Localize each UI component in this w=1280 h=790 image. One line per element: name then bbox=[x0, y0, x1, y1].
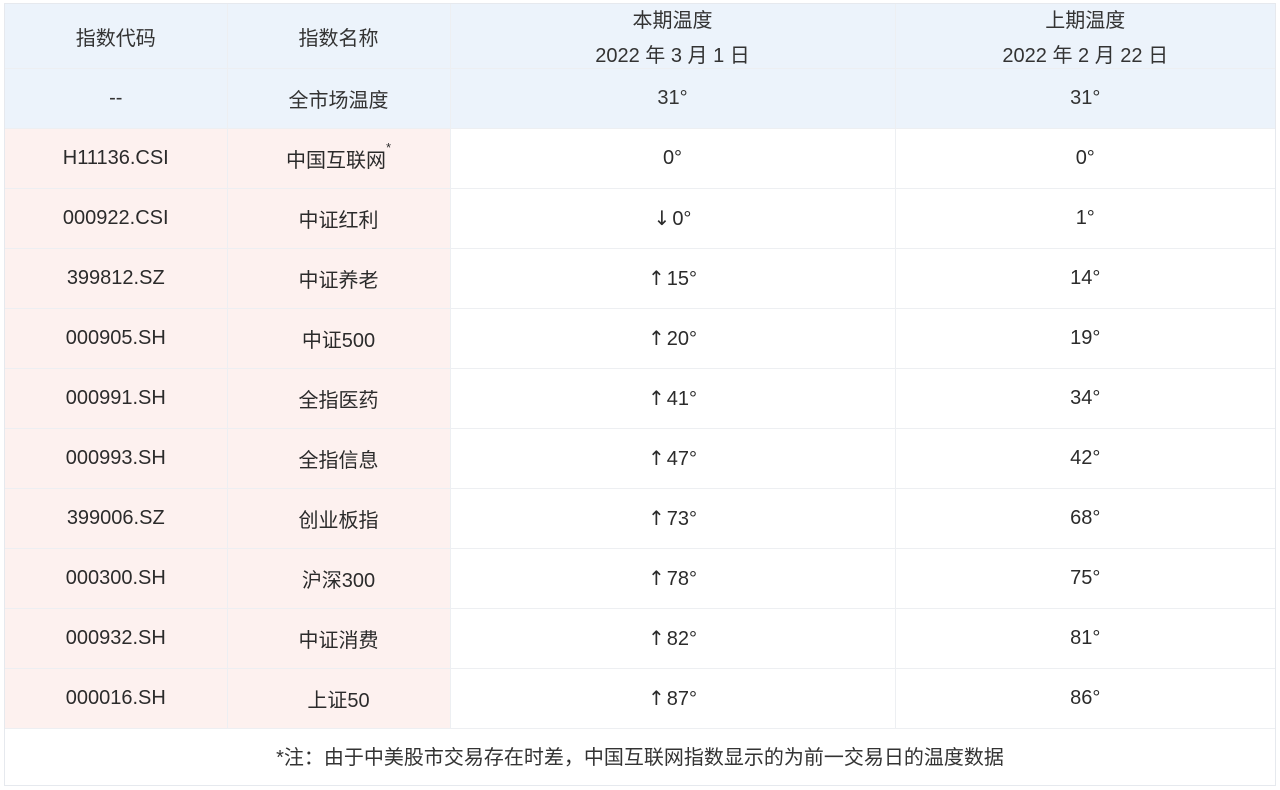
market-temperature-row: -- 全市场温度 31° 31° bbox=[5, 68, 1275, 129]
index-name: 中证养老 bbox=[227, 248, 451, 309]
current-temperature: ↑ 47° bbox=[450, 428, 896, 489]
table-header-row: 指数代码 指数名称 本期温度 2022 年 3 月 1 日 上期温度 2022 … bbox=[5, 4, 1275, 69]
index-code: 000993.SH bbox=[5, 428, 228, 489]
arrow-down-icon: ↓ bbox=[653, 206, 671, 230]
current-temperature: ↑ 78° bbox=[450, 548, 896, 609]
index-code: 399812.SZ bbox=[5, 248, 228, 309]
arrow-up-icon: ↑ bbox=[647, 266, 665, 290]
current-temperature-value: 73° bbox=[666, 508, 697, 530]
previous-temperature: 68° bbox=[895, 488, 1275, 549]
index-code: 000991.SH bbox=[5, 368, 228, 429]
index-name-text: 全指信息 bbox=[298, 450, 379, 472]
table-row: 000300.SH 沪深300 ↑ 78° 75° bbox=[5, 548, 1275, 609]
arrow-up-icon: ↑ bbox=[647, 446, 665, 470]
index-code: 000300.SH bbox=[5, 548, 228, 609]
arrow-up-icon: ↑ bbox=[647, 566, 665, 590]
index-code: H11136.CSI bbox=[5, 128, 228, 189]
current-temperature: ↑ 87° bbox=[450, 668, 896, 729]
index-name: 中国互联网* bbox=[227, 128, 451, 189]
table-row: 000991.SH 全指医药 ↑ 41° 34° bbox=[5, 368, 1275, 429]
index-code: 000016.SH bbox=[5, 668, 228, 729]
previous-temperature: 1° bbox=[895, 188, 1275, 249]
table-row: 000905.SH 中证500 ↑ 20° 19° bbox=[5, 308, 1275, 369]
index-name: 中证消费 bbox=[227, 608, 451, 669]
index-name-text: 中证红利 bbox=[298, 210, 379, 232]
arrow-up-icon: ↑ bbox=[647, 686, 665, 710]
previous-temperature: 75° bbox=[895, 548, 1275, 609]
current-temperature: ↓ 0° bbox=[450, 188, 896, 249]
table-row: 399006.SZ 创业板指 ↑ 73° 68° bbox=[5, 488, 1275, 549]
index-name-text: 中证消费 bbox=[298, 630, 379, 652]
footnote-marker: * bbox=[385, 140, 392, 155]
index-code: 000932.SH bbox=[5, 608, 228, 669]
temperature-table-card: 指数代码 指数名称 本期温度 2022 年 3 月 1 日 上期温度 2022 … bbox=[4, 3, 1276, 786]
previous-temperature: 14° bbox=[895, 248, 1275, 309]
index-name-text: 中证500 bbox=[301, 330, 376, 352]
table-row: 399812.SZ 中证养老 ↑ 15° 14° bbox=[5, 248, 1275, 309]
index-name: 全指医药 bbox=[227, 368, 451, 429]
header-current-label: 本期温度 bbox=[632, 10, 713, 32]
index-name-text: 全指医药 bbox=[298, 390, 379, 412]
index-name-text: 沪深300 bbox=[301, 570, 376, 592]
index-temperature-table: 指数代码 指数名称 本期温度 2022 年 3 月 1 日 上期温度 2022 … bbox=[5, 4, 1275, 729]
current-temperature-value: 20° bbox=[666, 328, 697, 350]
header-previous-label: 上期温度 bbox=[1045, 10, 1126, 32]
current-temperature: ↑ 15° bbox=[450, 248, 896, 309]
arrow-up-icon: ↑ bbox=[647, 386, 665, 410]
index-name-text: 中国互联网 bbox=[285, 150, 386, 172]
current-temperature: ↑ 20° bbox=[450, 308, 896, 369]
header-previous-temperature: 上期温度 2022 年 2 月 22 日 bbox=[895, 4, 1275, 69]
current-temperature-value: 82° bbox=[666, 628, 697, 650]
market-current: 31° bbox=[450, 68, 896, 129]
previous-temperature: 81° bbox=[895, 608, 1275, 669]
previous-temperature: 42° bbox=[895, 428, 1275, 489]
header-previous-date: 2022 年 2 月 22 日 bbox=[1002, 45, 1169, 67]
arrow-up-icon: ↑ bbox=[647, 626, 665, 650]
previous-temperature: 0° bbox=[895, 128, 1275, 189]
index-name-text: 中证养老 bbox=[298, 270, 379, 292]
current-temperature: ↑ 73° bbox=[450, 488, 896, 549]
arrow-up-icon: ↑ bbox=[647, 326, 665, 350]
previous-temperature: 86° bbox=[895, 668, 1275, 729]
header-current-date: 2022 年 3 月 1 日 bbox=[595, 45, 750, 67]
current-temperature: ↑ 82° bbox=[450, 608, 896, 669]
market-code: -- bbox=[5, 68, 228, 129]
current-temperature: ↑ 41° bbox=[450, 368, 896, 429]
market-name: 全市场温度 bbox=[227, 68, 451, 129]
index-code: 000922.CSI bbox=[5, 188, 228, 249]
index-name-text: 上证50 bbox=[307, 690, 370, 712]
current-temperature-value: 0° bbox=[662, 147, 683, 169]
previous-temperature: 34° bbox=[895, 368, 1275, 429]
current-temperature-value: 87° bbox=[666, 688, 697, 710]
current-temperature-value: 78° bbox=[666, 568, 697, 590]
index-name: 全指信息 bbox=[227, 428, 451, 489]
index-name: 创业板指 bbox=[227, 488, 451, 549]
index-rows: H11136.CSI 中国互联网* 0° 0° 000922.CSI 中证红利 ↓ 0° 1° 3… bbox=[5, 128, 1275, 729]
index-name: 沪深300 bbox=[227, 548, 451, 609]
current-temperature-value: 41° bbox=[666, 388, 697, 410]
current-temperature-value: 47° bbox=[666, 448, 697, 470]
table-row: 000016.SH 上证50 ↑ 87° 86° bbox=[5, 668, 1275, 729]
market-previous: 31° bbox=[895, 68, 1275, 129]
index-name-text: 创业板指 bbox=[298, 510, 379, 532]
current-temperature-value: 15° bbox=[666, 268, 697, 290]
previous-temperature: 19° bbox=[895, 308, 1275, 369]
table-row: 000922.CSI 中证红利 ↓ 0° 1° bbox=[5, 188, 1275, 249]
header-current-temperature: 本期温度 2022 年 3 月 1 日 bbox=[450, 4, 896, 69]
index-name: 中证红利 bbox=[227, 188, 451, 249]
header-index-name: 指数名称 bbox=[227, 4, 451, 69]
index-name: 上证50 bbox=[227, 668, 451, 729]
arrow-up-icon: ↑ bbox=[647, 506, 665, 530]
index-code: 399006.SZ bbox=[5, 488, 228, 549]
header-index-code: 指数代码 bbox=[5, 4, 228, 69]
index-name: 中证500 bbox=[227, 308, 451, 369]
current-temperature: 0° bbox=[450, 128, 896, 189]
table-row: 000993.SH 全指信息 ↑ 47° 42° bbox=[5, 428, 1275, 489]
table-row: 000932.SH 中证消费 ↑ 82° 81° bbox=[5, 608, 1275, 669]
table-row: H11136.CSI 中国互联网* 0° 0° bbox=[5, 128, 1275, 189]
footnote: *注：由于中美股市交易存在时差，中国互联网指数显示的为前一交易日的温度数据 bbox=[276, 747, 1004, 769]
current-temperature-value: 0° bbox=[672, 208, 692, 230]
index-code: 000905.SH bbox=[5, 308, 228, 369]
